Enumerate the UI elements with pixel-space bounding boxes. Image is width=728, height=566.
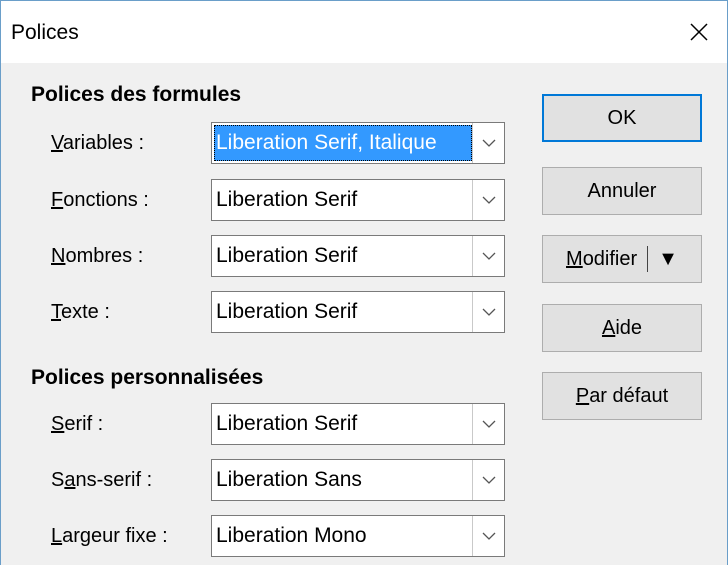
fixed-width-font-value: Liberation Mono: [216, 524, 367, 547]
serif-dropdown-button[interactable]: [472, 404, 504, 444]
serif-label: Serif :: [51, 413, 104, 435]
cancel-button[interactable]: Annuler: [542, 167, 702, 215]
modify-button[interactable]: Modifier ▼: [542, 235, 702, 283]
text-font-select[interactable]: Liberation Serif: [211, 291, 505, 333]
numbers-dropdown-button[interactable]: [472, 236, 504, 276]
text-dropdown-button[interactable]: [472, 292, 504, 332]
close-button[interactable]: [671, 1, 727, 63]
sans-serif-dropdown-button[interactable]: [472, 460, 504, 500]
numbers-label: Nombres :: [51, 245, 144, 267]
cancel-button-label: Annuler: [587, 179, 657, 202]
functions-label: Fonctions :: [51, 189, 149, 211]
chevron-down-icon: [482, 420, 495, 428]
chevron-down-icon: [482, 308, 495, 316]
default-button-label: Par défaut: [575, 384, 669, 407]
variables-font-value: Liberation Serif, Italique: [214, 125, 472, 161]
chevron-down-icon: [482, 196, 495, 204]
serif-font-value: Liberation Serif: [216, 412, 358, 435]
sans-serif-font-value: Liberation Sans: [216, 468, 362, 491]
fonts-dialog: Polices Polices des formules Variables :…: [0, 0, 728, 565]
chevron-down-icon: [482, 532, 495, 540]
variables-label: Variables :: [51, 132, 145, 154]
fixed-width-font-select[interactable]: Liberation Mono: [211, 515, 505, 557]
fixed-width-dropdown-button[interactable]: [472, 516, 504, 556]
window-title: Polices: [11, 21, 79, 44]
numbers-font-select[interactable]: Liberation Serif: [211, 235, 505, 277]
text-font-value: Liberation Serif: [216, 300, 358, 323]
sans-serif-font-select[interactable]: Liberation Sans: [211, 459, 505, 501]
chevron-down-icon: [482, 139, 495, 147]
variables-font-select[interactable]: Liberation Serif, Italique: [211, 122, 505, 164]
variables-dropdown-button[interactable]: [472, 123, 504, 163]
ok-button-label: OK: [607, 106, 637, 129]
help-button[interactable]: Aide: [542, 304, 702, 352]
sans-serif-label: Sans-serif :: [51, 469, 153, 491]
split-separator: [647, 246, 649, 272]
formula-fonts-heading: Polices des formules: [31, 83, 242, 106]
text-label: Texte :: [51, 301, 110, 323]
custom-fonts-heading: Polices personnalisées: [31, 366, 264, 389]
modify-button-label: Modifier: [566, 247, 638, 270]
functions-dropdown-button[interactable]: [472, 180, 504, 220]
fixed-width-label: Largeur fixe :: [51, 525, 168, 547]
chevron-down-icon: [482, 252, 495, 260]
numbers-font-value: Liberation Serif: [216, 244, 358, 267]
default-button[interactable]: Par défaut: [542, 372, 702, 420]
ok-button[interactable]: OK: [542, 94, 702, 142]
functions-font-value: Liberation Serif: [216, 188, 358, 211]
chevron-down-icon: [482, 476, 495, 484]
title-bar: Polices: [1, 1, 727, 63]
close-icon: [690, 23, 708, 41]
help-button-label: Aide: [601, 316, 643, 339]
dropdown-arrow-icon[interactable]: ▼: [658, 248, 678, 271]
functions-font-select[interactable]: Liberation Serif: [211, 179, 505, 221]
serif-font-select[interactable]: Liberation Serif: [211, 403, 505, 445]
